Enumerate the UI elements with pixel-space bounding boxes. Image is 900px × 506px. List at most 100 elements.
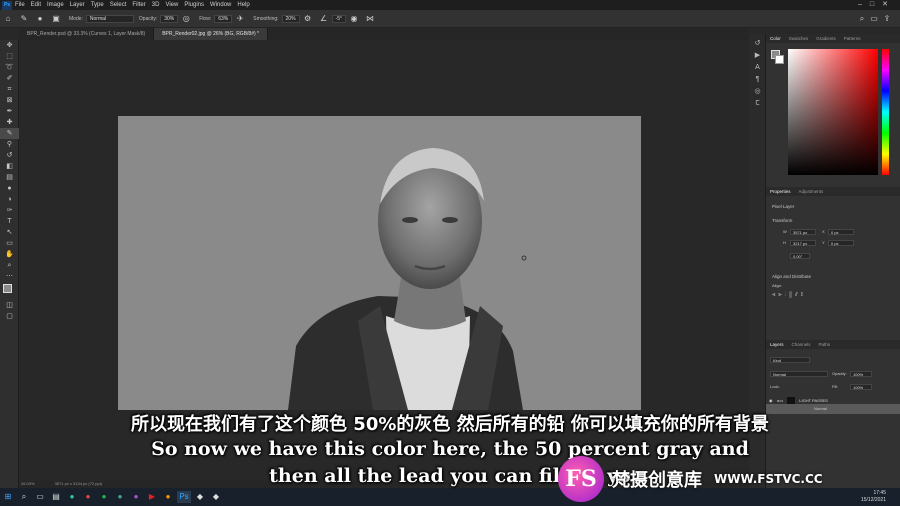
- dodge-tool-icon[interactable]: ◑: [0, 194, 19, 205]
- tab-patterns[interactable]: Patterns: [840, 36, 865, 41]
- app-icon-7[interactable]: ◆: [193, 491, 207, 503]
- home-icon[interactable]: ⌂: [3, 14, 13, 24]
- libraries-panel-icon[interactable]: ◎: [749, 86, 766, 98]
- tab-bpr-render-psd[interactable]: BPR_Render.psd @ 33.3% (Curves 1, Layer …: [19, 28, 155, 40]
- eyedropper-tool-icon[interactable]: ✒: [0, 106, 19, 117]
- foreground-color[interactable]: [3, 284, 12, 293]
- menu-select[interactable]: Select: [110, 2, 127, 8]
- tab-bpr-render02-jpg[interactable]: BPR_Render02.jpg @ 26% (BG, RGB/8#) *: [154, 28, 268, 40]
- app-icon-4[interactable]: ●: [129, 491, 143, 503]
- tab-layers[interactable]: Layers: [766, 342, 788, 347]
- menu-file[interactable]: File: [15, 2, 25, 8]
- pen-tool-icon[interactable]: ✑: [0, 205, 19, 216]
- menu-plugins[interactable]: Plugins: [184, 2, 204, 8]
- frame-tool-icon[interactable]: ⊠: [0, 95, 19, 106]
- smoothing-options-icon[interactable]: ⚙: [303, 14, 313, 24]
- brush-preset-icon[interactable]: ●: [35, 14, 45, 24]
- angle-field[interactable]: -5°: [331, 14, 346, 23]
- width-field[interactable]: 3571 px: [790, 229, 816, 235]
- hand-tool-icon[interactable]: ✋: [0, 249, 19, 260]
- play-actions-icon[interactable]: ▶: [749, 50, 766, 62]
- screen-mode-icon[interactable]: ▢: [0, 311, 19, 322]
- tab-gradients[interactable]: Gradients: [812, 36, 840, 41]
- app-icon-3[interactable]: ●: [113, 491, 127, 503]
- more-tools-icon[interactable]: ⋯: [0, 271, 19, 282]
- pressure-size-icon[interactable]: ◉: [349, 14, 359, 24]
- symmetry-icon[interactable]: ⋈: [365, 14, 375, 24]
- opacity-field[interactable]: 30%: [160, 14, 179, 23]
- shape-tool-icon[interactable]: ▭: [0, 238, 19, 249]
- layer-name[interactable]: LIGHT PASSES: [799, 398, 828, 403]
- airbrush-icon[interactable]: ✈: [235, 14, 245, 24]
- menu-view[interactable]: View: [165, 2, 178, 8]
- menu-type[interactable]: Type: [91, 2, 104, 8]
- app-icon-6[interactable]: ●: [161, 491, 175, 503]
- history-panel-icon[interactable]: ↺: [749, 38, 766, 50]
- task-view-icon[interactable]: ▭: [33, 491, 47, 503]
- brush-settings-icon[interactable]: ▣: [51, 14, 61, 24]
- search-icon[interactable]: ⌕: [17, 491, 31, 503]
- window-controls[interactable]: –□✕: [858, 0, 896, 8]
- visibility-eye-icon[interactable]: ◉: [769, 398, 773, 403]
- height-field[interactable]: 3217 px: [790, 240, 816, 246]
- color-field[interactable]: [788, 49, 878, 175]
- brush-tool-icon[interactable]: ✎: [19, 14, 29, 24]
- eraser-tool-icon[interactable]: ◧: [0, 161, 19, 172]
- type-tool-icon[interactable]: T: [0, 216, 19, 227]
- photoshop-task-icon[interactable]: Ps: [177, 491, 191, 503]
- zoom-tool-icon[interactable]: ⌕: [0, 260, 19, 271]
- align-buttons[interactable]: ⫷⫸⫶⫼⫽⫾: [772, 292, 806, 299]
- menu-3d[interactable]: 3D: [152, 2, 160, 8]
- share-icon[interactable]: ⇪: [882, 14, 892, 24]
- mode-select[interactable]: Normal: [85, 14, 134, 23]
- layer-fill-field[interactable]: 100%: [850, 384, 872, 390]
- gradient-tool-icon[interactable]: ▤: [0, 172, 19, 183]
- marquee-tool-icon[interactable]: ⬚: [0, 51, 19, 62]
- glyphs-panel-icon[interactable]: Ꞇ: [749, 98, 766, 110]
- windows-start-icon[interactable]: ⊞: [1, 491, 15, 503]
- app-icon-2[interactable]: ●: [81, 491, 95, 503]
- crop-tool-icon[interactable]: ⌗: [0, 84, 19, 95]
- quick-select-tool-icon[interactable]: ✐: [0, 73, 19, 84]
- workspace-icon[interactable]: ▭: [869, 14, 879, 24]
- quick-mask-icon[interactable]: ◫: [0, 300, 19, 311]
- blend-mode-select[interactable]: Normal: [770, 371, 828, 377]
- tab-paths[interactable]: Paths: [815, 342, 835, 347]
- tab-swatches[interactable]: Swatches: [785, 36, 813, 41]
- transform-title[interactable]: Transform: [772, 218, 792, 223]
- hue-slider[interactable]: [882, 49, 889, 175]
- healing-tool-icon[interactable]: ✚: [0, 117, 19, 128]
- align-title[interactable]: Align and Distribute: [772, 274, 811, 279]
- stamp-tool-icon[interactable]: ⚲: [0, 139, 19, 150]
- move-tool-icon[interactable]: ✥: [0, 40, 19, 51]
- pressure-opacity-icon[interactable]: ◎: [181, 14, 191, 24]
- tab-channels[interactable]: Channels: [788, 342, 815, 347]
- menu-layer[interactable]: Layer: [70, 2, 85, 8]
- x-field[interactable]: 0 px: [828, 229, 854, 235]
- menu-help[interactable]: Help: [237, 2, 249, 8]
- file-explorer-icon[interactable]: ▤: [49, 491, 63, 503]
- tab-color[interactable]: Color: [766, 36, 785, 41]
- path-select-icon[interactable]: ↖: [0, 227, 19, 238]
- paragraph-panel-icon[interactable]: ¶: [749, 74, 766, 86]
- smoothing-field[interactable]: 20%: [281, 14, 300, 23]
- menu-image[interactable]: Image: [47, 2, 64, 8]
- menu-window[interactable]: Window: [210, 2, 231, 8]
- document-canvas[interactable]: [118, 116, 641, 410]
- layer-opacity-field[interactable]: 100%: [850, 371, 872, 377]
- app-icon-1[interactable]: ●: [65, 491, 79, 503]
- color-swatches[interactable]: [0, 282, 18, 300]
- app-icon-8[interactable]: ◆: [209, 491, 223, 503]
- menu-filter[interactable]: Filter: [132, 2, 145, 8]
- y-field[interactable]: 0 px: [828, 240, 854, 246]
- layer-kind-filter[interactable]: Kind: [770, 357, 810, 363]
- menu-edit[interactable]: Edit: [31, 2, 41, 8]
- character-panel-icon[interactable]: A: [749, 62, 766, 74]
- tab-properties[interactable]: Properties: [766, 189, 795, 194]
- brush-tool-icon[interactable]: ✎: [0, 128, 19, 139]
- history-brush-icon[interactable]: ↺: [0, 150, 19, 161]
- lasso-tool-icon[interactable]: ➰: [0, 62, 19, 73]
- angle-field[interactable]: 0.00°: [790, 253, 810, 259]
- spotify-icon[interactable]: ●: [97, 491, 111, 503]
- color-panel-background[interactable]: [775, 55, 784, 64]
